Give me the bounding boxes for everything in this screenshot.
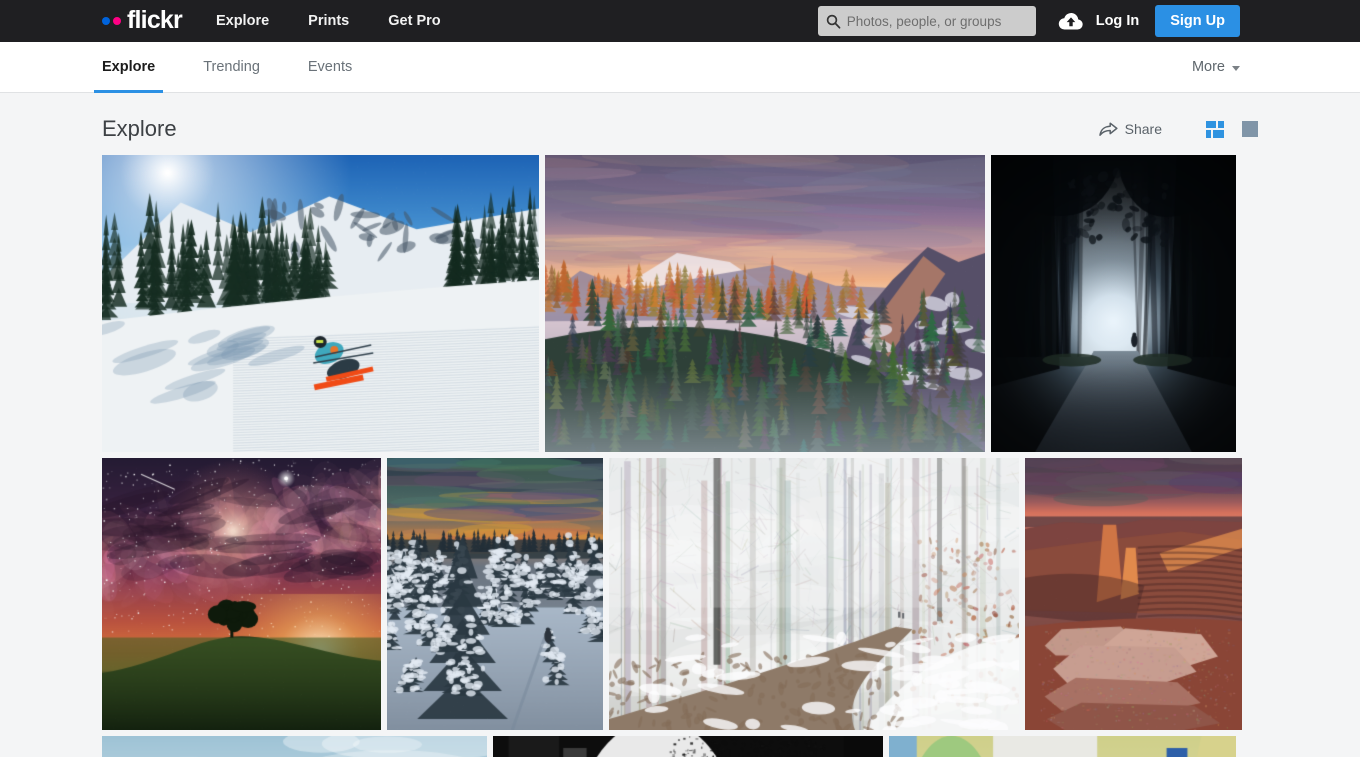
secondary-tabs: Explore Trending Events: [102, 42, 400, 92]
nav-item-prints[interactable]: Prints: [308, 13, 349, 29]
main-content: Explore Share: [0, 93, 1360, 757]
share-button[interactable]: Share: [1099, 121, 1162, 137]
top-bar-right-group: Log In Sign Up: [818, 0, 1360, 42]
photo-purple-sunset-mountains[interactable]: [545, 155, 985, 452]
chevron-down-icon: [1232, 66, 1240, 71]
photo-grid: [102, 155, 1258, 757]
cloud-upload-icon: [1058, 11, 1084, 31]
brand-name: flickr: [127, 8, 182, 33]
photo-image: [102, 458, 381, 730]
top-navigation-bar: flickr Explore Prints Get Pro Log In Sig…: [0, 0, 1360, 42]
photo-black-white-abstract[interactable]: [493, 736, 883, 757]
secondary-navigation-bar: Explore Trending Events More: [0, 42, 1360, 93]
photo-rooftop-blue-sky[interactable]: [102, 736, 487, 757]
logo-dot-pink-icon: [113, 17, 121, 25]
photo-image: [609, 458, 1019, 730]
tab-events[interactable]: Events: [308, 42, 352, 92]
photo-image: [102, 155, 539, 452]
photo-red-rock-canyon-sunset[interactable]: [1025, 458, 1242, 730]
logo-dot-blue-icon: [102, 17, 110, 25]
share-label: Share: [1125, 121, 1162, 137]
photo-image: [1025, 458, 1242, 730]
signup-button[interactable]: Sign Up: [1155, 5, 1240, 37]
share-arrow-icon: [1099, 121, 1118, 137]
photo-row: [102, 155, 1258, 452]
photo-image: [387, 458, 603, 730]
more-label: More: [1192, 59, 1225, 75]
login-link[interactable]: Log In: [1096, 13, 1140, 29]
tab-trending[interactable]: Trending: [203, 42, 260, 92]
view-toggle-group: [1188, 121, 1258, 138]
search-box[interactable]: [818, 6, 1036, 36]
justified-view-icon[interactable]: [1206, 121, 1224, 138]
photo-milky-way-lone-tree[interactable]: [102, 458, 381, 730]
photo-snowy-pines-dusk[interactable]: [387, 458, 603, 730]
primary-nav: Explore Prints Get Pro: [216, 13, 480, 29]
photo-image: [991, 155, 1236, 452]
more-dropdown[interactable]: More: [1192, 42, 1240, 92]
square-view-icon[interactable]: [1242, 121, 1258, 137]
photo-image: [102, 736, 487, 757]
logo-dots-icon: [102, 17, 121, 25]
nav-item-get-pro[interactable]: Get Pro: [388, 13, 440, 29]
photo-foggy-forest-road[interactable]: [991, 155, 1236, 452]
photo-colorful-street-scene[interactable]: [889, 736, 1236, 757]
photo-skier-snowy-slope[interactable]: [102, 155, 539, 452]
nav-item-explore[interactable]: Explore: [216, 13, 269, 29]
page-title: Explore: [102, 116, 177, 142]
search-input[interactable]: [847, 14, 1028, 29]
photo-image: [545, 155, 985, 452]
photo-image: [493, 736, 883, 757]
page-header: Explore Share: [102, 93, 1258, 155]
page-header-actions: Share: [1099, 121, 1258, 138]
tab-explore[interactable]: Explore: [102, 42, 155, 92]
upload-button[interactable]: [1054, 5, 1088, 37]
flickr-logo[interactable]: flickr: [102, 9, 182, 34]
photo-frosted-winter-path[interactable]: [609, 458, 1019, 730]
photo-image: [889, 736, 1236, 757]
photo-row: [102, 736, 1258, 757]
photo-row: [102, 458, 1258, 730]
search-icon: [826, 14, 841, 29]
